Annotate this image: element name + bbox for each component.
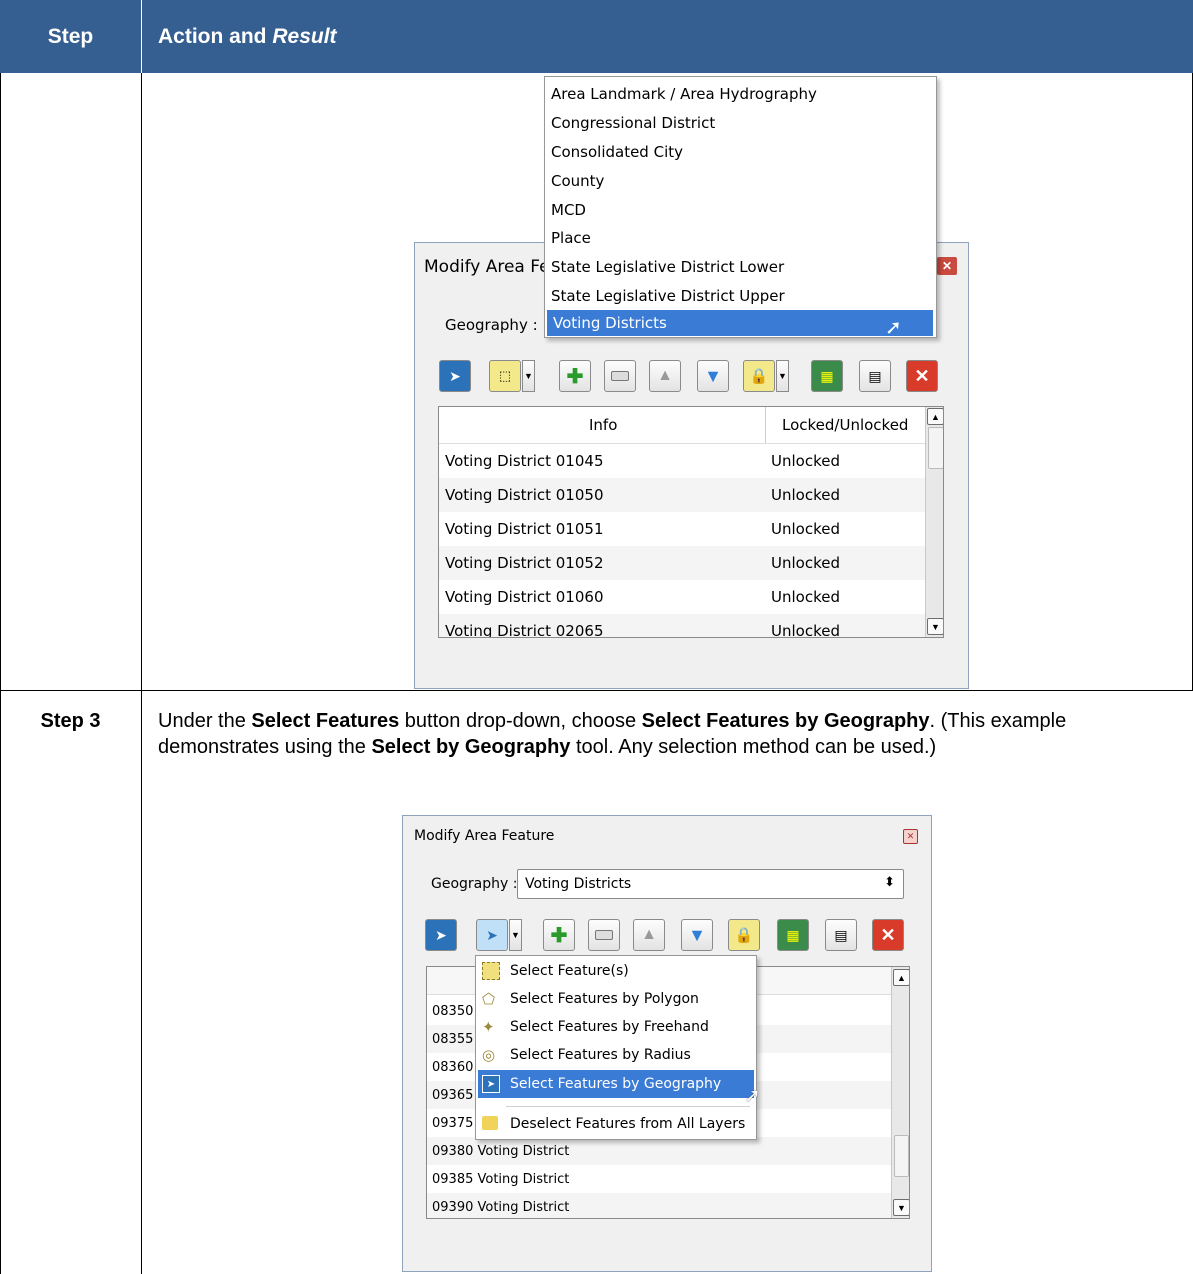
scrollbar[interactable]: ▲ ▼ (891, 967, 909, 1218)
list-item[interactable]: County (551, 167, 604, 195)
select-features-dropdown[interactable]: ▼ (522, 360, 535, 392)
scroll-thumb[interactable] (928, 427, 943, 469)
scroll-down-icon[interactable]: ▼ (893, 1199, 909, 1216)
column-info: Info (589, 416, 618, 434)
table-row[interactable]: Voting District 01060 Unlocked (439, 580, 925, 614)
list-item[interactable]: State Legislative District Lower (551, 253, 784, 281)
table-row[interactable]: 09380 Voting District (427, 1137, 891, 1165)
delete-icon[interactable]: ✕ (872, 919, 904, 951)
add-icon[interactable]: ✚ (559, 360, 591, 392)
delete-icon[interactable]: ✕ (906, 360, 938, 392)
cursor-icon: ➚ (744, 1085, 761, 1107)
column-header-action-text: Action and (158, 24, 267, 48)
toolbar: ➤ ➤ ▼ ✚ ▲ ▼ 🔒 ▦ ▤ ✕ (425, 919, 915, 953)
table-row[interactable]: Voting District 01045 Unlocked (439, 444, 925, 478)
close-icon[interactable]: ✕ (903, 829, 918, 844)
move-up-icon[interactable]: ▲ (633, 919, 665, 951)
menu-item-select-by-geography[interactable]: ➤ Select Features by Geography (478, 1070, 754, 1098)
menu-item-select-by-polygon[interactable]: Select Features by Polygon (510, 986, 699, 1012)
map-icon[interactable]: ▦ (777, 919, 809, 951)
polygon-icon: ⬠ (482, 991, 496, 1008)
geography-dropdown-list[interactable]: Area Landmark / Area Hydrography Congres… (544, 76, 937, 339)
column-header-action: Action and Result (158, 0, 337, 73)
freehand-icon: ✦ (482, 1019, 495, 1036)
move-down-icon[interactable]: ▼ (697, 360, 729, 392)
table-column-divider (141, 73, 142, 1274)
scroll-up-icon[interactable]: ▲ (927, 408, 943, 425)
table-header: Step Action and Result (0, 0, 1193, 73)
list-item[interactable]: State Legislative District Upper (551, 282, 785, 310)
deselect-icon (482, 1116, 498, 1130)
table-edit-icon[interactable]: ▤ (825, 919, 857, 951)
select-feature-icon (482, 962, 500, 980)
table-row-divider (0, 690, 1193, 691)
cursor-icon: ➚ (885, 317, 902, 339)
toolbar: ➤ ⬚ ▼ ✚ ▲ ▼ 🔒 ▼ ▦ ▤ ✕ (439, 360, 959, 394)
table-row[interactable]: Voting District 01051 Unlocked (439, 512, 925, 546)
select-geography-icon[interactable]: ➤ (425, 919, 457, 951)
move-up-icon[interactable]: ▲ (649, 360, 681, 392)
add-icon[interactable]: ✚ (543, 919, 575, 951)
scroll-thumb[interactable] (894, 1135, 909, 1177)
lock-dropdown[interactable]: ▼ (776, 360, 789, 392)
select-features-dropdown[interactable]: ▼ (509, 919, 522, 951)
table-row[interactable]: Voting District 01052 Unlocked (439, 546, 925, 580)
close-icon[interactable]: ✕ (937, 257, 957, 275)
column-header-result-text: Result (272, 24, 337, 48)
select-features-button[interactable]: ⬚ (489, 360, 521, 392)
window-title: Modify Area Fe (424, 257, 550, 277)
select-features-menu[interactable]: Select Feature(s) ⬠ Select Features by P… (475, 955, 761, 1140)
menu-item-select-by-freehand[interactable]: Select Features by Freehand (510, 1014, 709, 1040)
window-title: Modify Area Feature (414, 828, 555, 844)
lock-icon[interactable]: 🔒 (728, 919, 760, 951)
list-item[interactable]: Area Landmark / Area Hydrography (551, 80, 817, 108)
table-border-left (0, 73, 1, 1274)
geography-icon: ➤ (482, 1075, 500, 1093)
menu-item-select-by-radius[interactable]: Select Features by Radius (510, 1042, 691, 1068)
remove-icon[interactable] (604, 360, 636, 392)
table-row[interactable]: Voting District 01050 Unlocked (439, 478, 925, 512)
radius-icon: ◎ (482, 1047, 496, 1064)
list-item[interactable]: Congressional District (551, 109, 715, 137)
column-locked: Locked/Unlocked (782, 416, 909, 434)
remove-icon[interactable] (588, 919, 620, 951)
column-divider (765, 407, 766, 443)
grid-header: Info Locked/Unlocked (439, 407, 925, 444)
map-icon[interactable]: ▦ (811, 360, 843, 392)
lock-icon[interactable]: 🔒 (743, 360, 775, 392)
geography-select[interactable]: Voting Districts ⬍ (517, 869, 904, 899)
feature-grid[interactable]: Info Locked/Unlocked Voting District 010… (438, 406, 944, 638)
list-item[interactable]: Place (551, 224, 591, 252)
select-features-button[interactable]: ➤ (476, 919, 508, 951)
table-row[interactable]: Voting District 02065 Unlocked (439, 614, 925, 637)
scroll-down-icon[interactable]: ▼ (927, 618, 943, 635)
geography-label: Geography : (445, 316, 538, 334)
step3-label: Step 3 (40, 710, 101, 732)
column-header-step: Step (47, 24, 94, 48)
move-down-icon[interactable]: ▼ (681, 919, 713, 951)
select-geography-icon[interactable]: ➤ (439, 360, 471, 392)
table-edit-icon[interactable]: ▤ (859, 360, 891, 392)
list-item-selected[interactable]: Voting Districts (547, 310, 933, 336)
geography-label: Geography : (431, 876, 518, 892)
list-item[interactable]: Consolidated City (551, 138, 683, 166)
menu-item-deselect-all[interactable]: Deselect Features from All Layers (510, 1111, 745, 1137)
scroll-up-icon[interactable]: ▲ (893, 969, 909, 986)
header-divider (141, 0, 142, 73)
table-row[interactable]: 09385 Voting District (427, 1165, 891, 1193)
list-item[interactable]: MCD (551, 196, 586, 224)
menu-item-select-features[interactable]: Select Feature(s) (510, 958, 629, 984)
table-row[interactable]: 09390 Voting District (427, 1193, 891, 1218)
menu-separator (506, 1106, 750, 1107)
scrollbar[interactable]: ▲ ▼ (925, 407, 943, 637)
step3-instruction: Under the Select Features button drop-do… (158, 710, 1067, 758)
chevron-up-down-icon: ⬍ (884, 874, 895, 889)
